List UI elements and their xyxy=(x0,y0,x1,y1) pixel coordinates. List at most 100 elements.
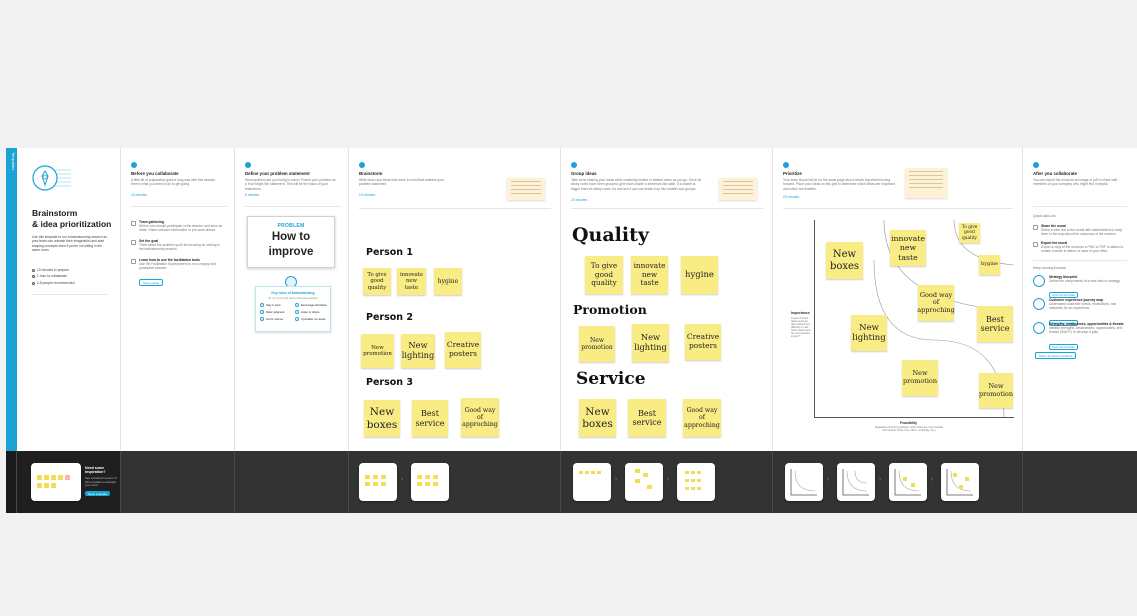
sticky-note[interactable]: New boxes xyxy=(579,399,616,437)
prioritize-step-thumbnail[interactable] xyxy=(941,463,979,501)
share-feedback-button[interactable]: Share template feedback xyxy=(1035,352,1077,359)
step-dot-icon xyxy=(131,162,137,168)
rule-item: Go for volume. xyxy=(266,317,284,321)
sticky-note[interactable]: Good way of approching xyxy=(917,285,955,321)
tip-note-card[interactable] xyxy=(719,178,757,200)
keep-item-swot[interactable]: Strengths, weaknesses, opportunities & t… xyxy=(1033,322,1129,353)
sticky-note[interactable]: New promotion xyxy=(902,360,938,396)
prioritize-step-thumbnail[interactable] xyxy=(837,463,875,501)
group-strip: › › xyxy=(561,451,773,513)
example-thumbnail[interactable] xyxy=(31,463,81,501)
importance-desc: If each of these tasks could get done wi… xyxy=(791,317,811,338)
open-article-button[interactable]: Open article xyxy=(139,279,164,287)
sticky-note[interactable]: Best service xyxy=(977,306,1013,342)
sticky-note[interactable]: Best service xyxy=(412,400,448,437)
sticky-note[interactable]: New boxes xyxy=(826,242,863,279)
define-title: Define your problem statement xyxy=(245,171,310,176)
open-example-button[interactable]: Open example xyxy=(85,491,110,496)
group-step-thumbnail[interactable] xyxy=(677,463,715,501)
sticky-note[interactable]: New lighting xyxy=(632,324,669,362)
strip-edge xyxy=(6,451,17,513)
problem-text: How to improve xyxy=(268,231,314,258)
define-time-link[interactable]: 5 minutes xyxy=(245,193,259,197)
people-icon xyxy=(32,281,35,285)
template-sidebar-bar[interactable]: Templates xyxy=(6,148,17,451)
group-desc: Take turns sharing your ideas while clus… xyxy=(571,178,701,191)
define-strip xyxy=(235,451,349,513)
sticky-note[interactable]: Creative posters xyxy=(685,324,721,360)
checkbox-icon[interactable] xyxy=(131,221,136,226)
intro-description: Use this template to run a brainstorming… xyxy=(32,235,107,253)
meta-people: 2-8 people recommended xyxy=(37,280,75,285)
sticky-note[interactable]: innovate new taste xyxy=(631,256,668,294)
rule-item: Stay in topic. xyxy=(266,303,282,307)
quick-item-share[interactable]: Share the mural Share a view link to the … xyxy=(1033,224,1129,237)
meta-prep: 10 minutes to prepare xyxy=(37,268,70,272)
prioritize-time-link[interactable]: 20 minutes xyxy=(783,195,799,199)
sticky-note[interactable]: New lighting xyxy=(851,315,887,351)
before-title: Before you collaborate xyxy=(131,171,179,176)
checkbox-icon[interactable] xyxy=(131,259,136,264)
sticky-note[interactable]: To give good quality xyxy=(363,268,391,295)
intro-strip: Need some inspiration? See a finished ve… xyxy=(17,451,121,513)
brainstorm-strip: › xyxy=(349,451,561,513)
check-desc: Think about the problem you'll be focusi… xyxy=(139,243,220,252)
group-step-thumbnail[interactable] xyxy=(573,463,611,501)
after-divider xyxy=(1033,206,1127,207)
brainstorm-time-link[interactable]: 10 minutes xyxy=(359,193,375,197)
check-item-goal[interactable]: Set the goal Think about the problem you… xyxy=(131,239,227,252)
timer-icon xyxy=(32,275,35,279)
sticky-note[interactable]: hygine xyxy=(979,255,1000,275)
step-dot-icon xyxy=(1033,162,1039,168)
check-item-team[interactable]: Team gathering Define who should partici… xyxy=(131,220,227,233)
group-title: Group ideas xyxy=(571,171,597,176)
brainstorm-divider xyxy=(359,208,551,209)
define-desc: What problem are you trying to solve? Fr… xyxy=(245,178,336,191)
group-ideas-panel: Group ideas Take turns sharing your idea… xyxy=(561,148,773,451)
sticky-note[interactable]: Best service xyxy=(628,399,666,437)
tip-note-card[interactable] xyxy=(905,168,947,198)
group-step-thumbnail[interactable] xyxy=(625,463,663,501)
inspiration-title: Need some inspiration? xyxy=(85,466,106,475)
sticky-note[interactable]: New promotion xyxy=(579,326,615,362)
share-icon xyxy=(1033,225,1038,230)
feasibility-desc: Regardless of their importance, which ta… xyxy=(874,426,944,432)
prioritize-step-thumbnail[interactable] xyxy=(785,463,823,501)
quick-item-export[interactable]: Export the mural Export a copy of the mur… xyxy=(1033,241,1129,254)
sticky-note[interactable]: hygine xyxy=(434,268,462,295)
sticky-note[interactable]: Good way of approching xyxy=(683,399,721,437)
sticky-note[interactable]: Good way of approching xyxy=(461,398,499,437)
before-time-link[interactable]: 10 minutes xyxy=(131,193,147,197)
intro-title: Brainstorm & idea prioritization xyxy=(32,208,111,229)
sticky-note[interactable]: hygine xyxy=(681,256,718,294)
rule-icon xyxy=(260,317,264,321)
arrow-right-icon: › xyxy=(931,477,933,483)
sticky-note[interactable]: To give good quality xyxy=(585,256,623,294)
brainstorm-step-thumbnail[interactable] xyxy=(411,463,449,501)
rule-item: Listen to others. xyxy=(301,310,321,314)
sticky-note[interactable]: New promotion xyxy=(979,373,1013,408)
check-item-tools[interactable]: Learn how to use the facilitation tools … xyxy=(131,258,227,289)
tip-note-card[interactable] xyxy=(507,178,545,200)
sticky-note[interactable]: Creative posters xyxy=(445,332,481,368)
sticky-note[interactable]: innovate new taste xyxy=(397,268,426,295)
prioritize-step-thumbnail[interactable] xyxy=(889,463,927,501)
rule-item: If possible, be visual. xyxy=(301,317,326,321)
person-1-label: Person 1 xyxy=(366,247,413,258)
problem-statement-card[interactable]: PROBLEM How to improve xyxy=(247,216,335,268)
sticky-note[interactable]: New lighting xyxy=(401,334,435,368)
sticky-note[interactable]: New boxes xyxy=(364,400,400,437)
brainstorm-logo-icon xyxy=(31,164,71,192)
keep-item-desc: Identify strengths, weaknesses, opportun… xyxy=(1049,326,1123,335)
sticky-note[interactable]: innovate new taste xyxy=(890,230,926,266)
before-divider xyxy=(131,206,227,207)
brainstorm-step-thumbnail[interactable] xyxy=(359,463,397,501)
open-template-button[interactable]: Open the template xyxy=(1049,343,1079,350)
group-time-link[interactable]: 20 minutes xyxy=(571,198,587,202)
checkbox-icon[interactable] xyxy=(131,240,136,245)
sticky-note[interactable]: New promotion xyxy=(361,334,394,368)
arrow-right-icon: › xyxy=(615,477,617,483)
sticky-note[interactable]: To give good quality xyxy=(959,223,980,243)
before-collaborate-panel: Before you collaborate A little bit of p… xyxy=(121,148,235,451)
after-title: After you collaborate xyxy=(1033,171,1077,176)
